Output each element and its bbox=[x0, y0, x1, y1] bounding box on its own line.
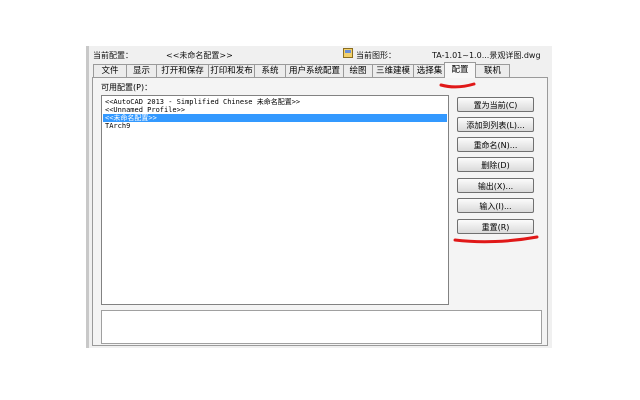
tab-drafting[interactable]: 绘图 bbox=[343, 64, 373, 77]
tab-3d-modeling[interactable]: 三维建模 bbox=[372, 64, 414, 77]
profile-item[interactable]: <<Unnamed Profile>> bbox=[103, 106, 447, 114]
drawing-icon bbox=[343, 48, 353, 58]
tab-online[interactable]: 联机 bbox=[475, 64, 510, 77]
tab-open-save[interactable]: 打开和保存 bbox=[156, 64, 209, 77]
import-button[interactable]: 输入(I)... bbox=[457, 198, 534, 213]
reset-button[interactable]: 重置(R) bbox=[457, 219, 534, 234]
export-button[interactable]: 输出(X)... bbox=[457, 178, 534, 193]
current-drawing-label: 当前图形： bbox=[356, 51, 396, 60]
tab-plot-publish[interactable]: 打印和发布 bbox=[208, 64, 255, 77]
available-profiles-label: 可用配置(P)： bbox=[101, 83, 153, 92]
add-to-list-button[interactable]: 添加到列表(L)... bbox=[457, 117, 534, 132]
tab-selection[interactable]: 选择集 bbox=[413, 64, 446, 77]
dialog-left-edge bbox=[86, 46, 89, 348]
profile-description-box bbox=[101, 310, 542, 344]
profiles-list[interactable]: <<AutoCAD 2013 - Simplified Chinese 未命名配… bbox=[101, 95, 449, 305]
current-profile-value: <<未命名配置>> bbox=[166, 51, 233, 60]
current-profile-label: 当前配置： bbox=[93, 51, 133, 60]
profile-item[interactable]: <<AutoCAD 2013 - Simplified Chinese 未命名配… bbox=[103, 98, 447, 106]
tab-system[interactable]: 系统 bbox=[254, 64, 286, 77]
profile-item[interactable]: TArch9 bbox=[103, 122, 447, 130]
tab-files[interactable]: 文件 bbox=[93, 64, 127, 77]
tab-user-preferences[interactable]: 用户系统配置 bbox=[285, 64, 344, 77]
rename-button[interactable]: 重命名(N)... bbox=[457, 137, 534, 152]
current-drawing-value: TA-1.01~1.0...景观详图.dwg bbox=[432, 51, 541, 60]
delete-button[interactable]: 删除(D) bbox=[457, 157, 534, 172]
profile-item[interactable]: <<未命名配置>> bbox=[103, 114, 447, 122]
tab-display[interactable]: 显示 bbox=[126, 64, 157, 77]
set-current-button[interactable]: 置为当前(C) bbox=[457, 97, 534, 112]
tab-profiles[interactable]: 配置 bbox=[444, 62, 476, 78]
